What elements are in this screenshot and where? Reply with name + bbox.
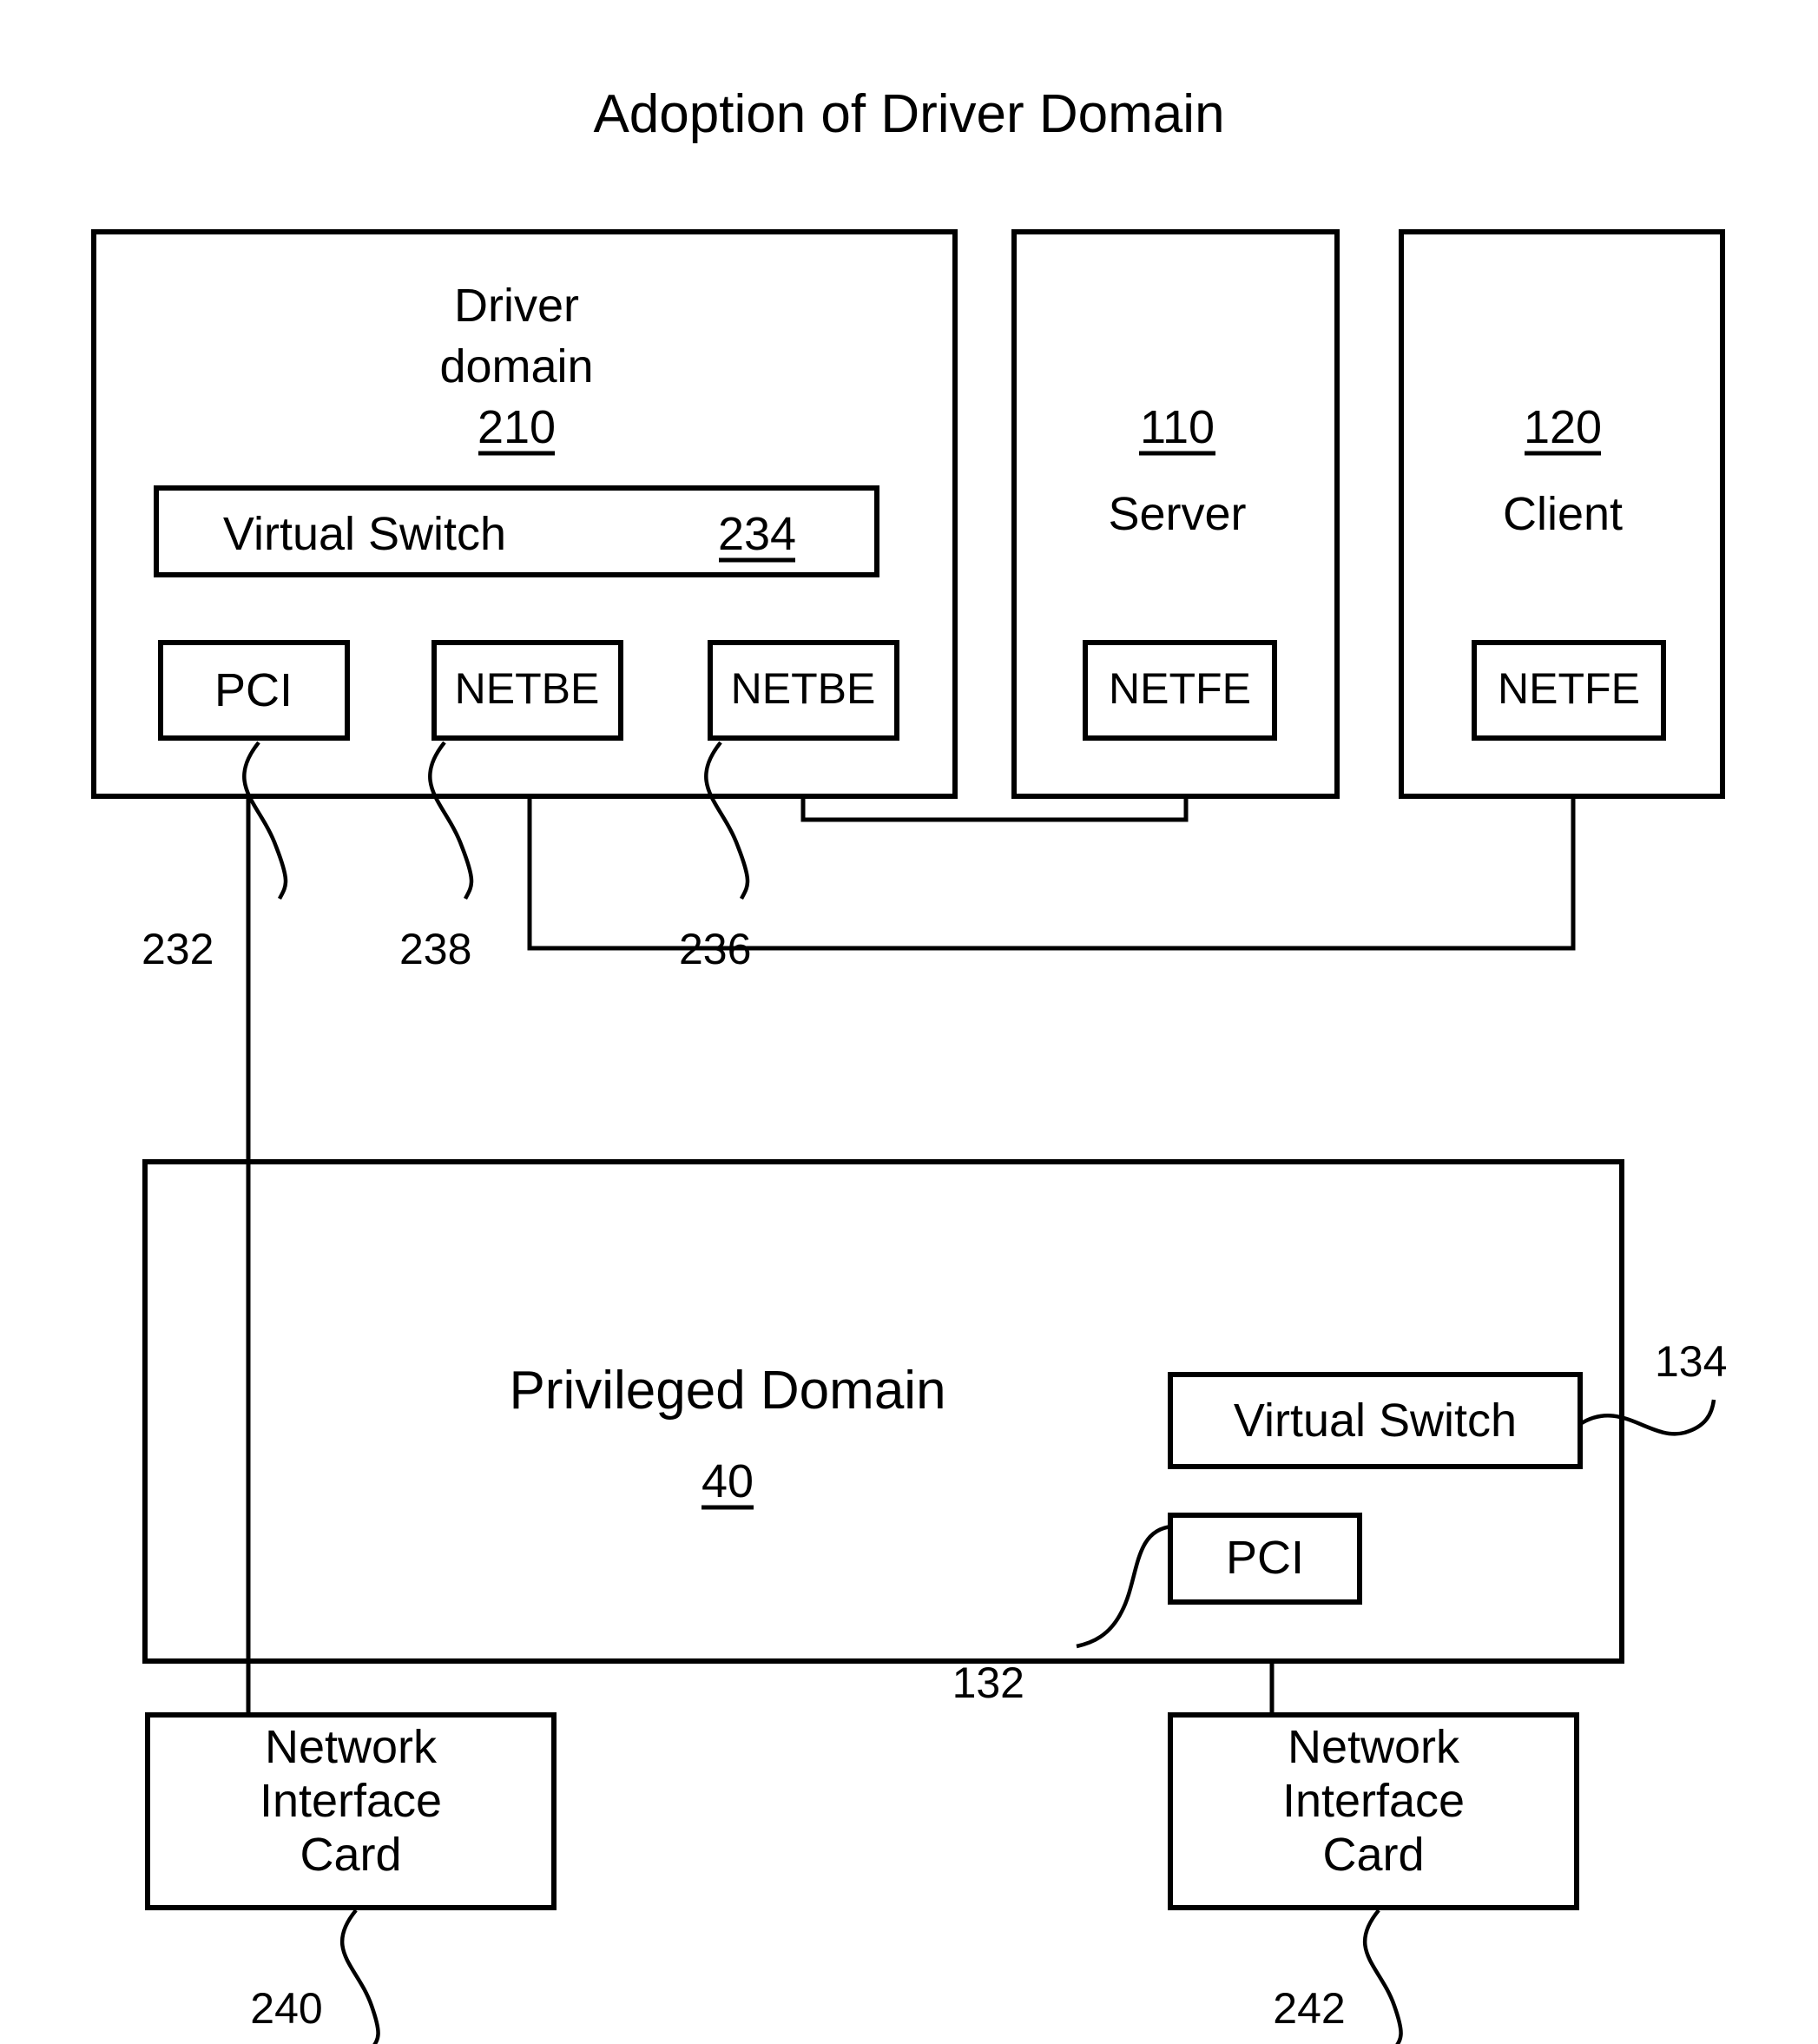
leader-line-242 <box>1362 1909 1403 2044</box>
server-label: Server <box>1108 488 1246 540</box>
priv-vswitch-label: Virtual Switch <box>1234 1395 1517 1447</box>
nic-right-line2: Interface <box>1282 1775 1465 1827</box>
privileged-domain-ref: 40 <box>702 1455 754 1507</box>
nic-right-line3: Card <box>1322 1829 1424 1881</box>
client-ref: 120 <box>1524 401 1602 453</box>
server-netfe-label: NETFE <box>1109 664 1251 713</box>
driver-domain-ref: 210 <box>478 401 556 453</box>
priv-pci-label: PCI <box>1226 1532 1304 1584</box>
server-ref: 110 <box>1140 401 1215 453</box>
ref-label-232: 232 <box>142 925 214 973</box>
diagram-svg: Adoption of Driver Domain Driver domain … <box>91 84 1727 2044</box>
ref-label-242: 242 <box>1273 1984 1345 2033</box>
ref-label-240: 240 <box>250 1984 322 2033</box>
leader-line-240 <box>339 1909 380 2044</box>
figure-title: Adoption of Driver Domain <box>593 84 1224 144</box>
client-label: Client <box>1503 488 1623 540</box>
ref-label-134: 134 <box>1655 1337 1727 1386</box>
driver-pci-label: PCI <box>214 664 293 716</box>
ref-label-236: 236 <box>679 925 751 973</box>
client-netfe-label: NETFE <box>1498 664 1640 713</box>
ref-label-132: 132 <box>952 1658 1024 1707</box>
driver-netbe-label-1: NETBE <box>455 664 600 713</box>
driver-domain-title-line2: domain <box>439 340 593 392</box>
ref-label-238: 238 <box>399 925 471 973</box>
nic-right-line1: Network <box>1288 1721 1460 1773</box>
privileged-domain-title: Privileged Domain <box>509 1361 945 1421</box>
figure-canvas: Adoption of Driver Domain Driver domain … <box>0 0 1818 2044</box>
driver-vswitch-ref: 234 <box>718 508 796 560</box>
driver-domain-title-line1: Driver <box>454 280 579 332</box>
nic-left-line1: Network <box>265 1721 438 1773</box>
nic-left-line3: Card <box>300 1829 401 1881</box>
driver-vswitch-label: Virtual Switch <box>223 508 506 560</box>
driver-netbe-label-2: NETBE <box>731 664 876 713</box>
nic-left-line2: Interface <box>260 1775 442 1827</box>
